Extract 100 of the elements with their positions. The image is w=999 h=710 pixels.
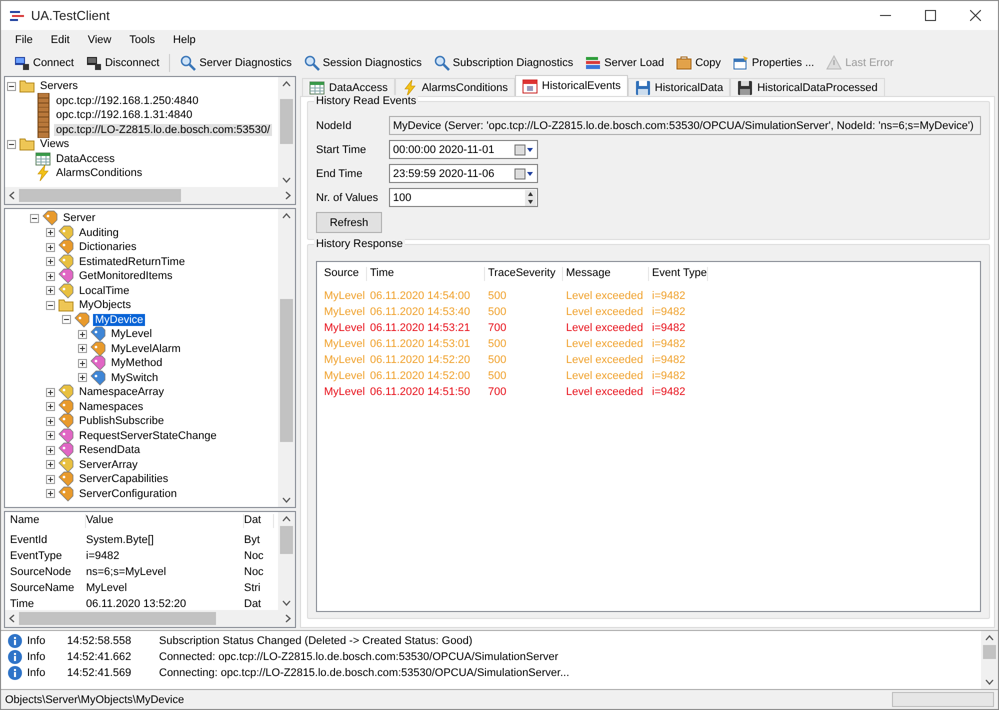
scrollbar-thumb[interactable] xyxy=(280,99,293,144)
tree-item[interactable]: Server xyxy=(61,212,98,224)
tab[interactable]: DataAccess xyxy=(302,78,395,96)
expand-toggle[interactable] xyxy=(46,416,55,426)
chevron-down-icon[interactable] xyxy=(282,497,291,503)
tree-item[interactable]: NamespaceArray xyxy=(77,386,166,398)
column-header[interactable]: Event Type xyxy=(649,267,708,281)
tree-item[interactable]: LocalTime xyxy=(77,284,132,297)
chevron-up-icon[interactable] xyxy=(282,81,291,87)
calendar-dropdown-icon[interactable] xyxy=(514,144,534,156)
tree-item[interactable]: Auditing xyxy=(77,226,121,239)
menu-item[interactable]: Edit xyxy=(42,32,78,48)
tree-item[interactable]: MySwitch xyxy=(109,372,160,384)
chevron-left-icon[interactable] xyxy=(9,191,15,200)
expand-toggle[interactable] xyxy=(78,330,87,339)
column-header[interactable]: TraceSeverity xyxy=(485,267,563,281)
vertical-scrollbar[interactable] xyxy=(278,209,295,507)
expand-toggle[interactable] xyxy=(46,272,55,281)
expand-toggle[interactable] xyxy=(46,388,55,397)
expand-toggle[interactable] xyxy=(46,257,55,266)
maximize-icon[interactable] xyxy=(925,10,936,21)
tree-item[interactable]: MyMethod xyxy=(109,357,164,370)
tree-item[interactable]: DataAccess xyxy=(54,152,117,165)
number-spinner[interactable]: 100 xyxy=(389,188,538,207)
scrollbar-thumb[interactable] xyxy=(280,526,293,554)
menu-item[interactable]: Help xyxy=(165,32,204,48)
tree-item[interactable]: ServerArray xyxy=(77,458,140,471)
calendar-dropdown-icon[interactable] xyxy=(514,168,534,180)
expand-toggle[interactable] xyxy=(46,474,55,484)
vertical-scrollbar[interactable] xyxy=(981,631,998,689)
date-picker[interactable]: 23:59:59 2020-11-06 xyxy=(389,164,538,183)
vertical-scrollbar[interactable] xyxy=(278,77,295,187)
column-header[interactable]: Source xyxy=(321,267,367,281)
tab[interactable]: HistoricalData xyxy=(628,78,730,96)
expand-toggle[interactable] xyxy=(46,460,55,470)
horizontal-scrollbar[interactable] xyxy=(5,187,295,204)
chevron-up-icon[interactable] xyxy=(282,213,291,219)
toolbar-button[interactable]: Server Diagnostics xyxy=(175,53,297,73)
chevron-right-icon[interactable] xyxy=(285,614,291,623)
spin-up-icon[interactable] xyxy=(525,190,536,198)
chevron-up-icon[interactable] xyxy=(985,635,994,641)
column-header[interactable]: Dat xyxy=(244,514,274,528)
toolbar-button[interactable]: Disconnect xyxy=(80,53,164,73)
tab[interactable]: HistoricalEvents xyxy=(514,75,628,96)
chevron-down-icon[interactable] xyxy=(282,600,291,606)
expand-toggle[interactable] xyxy=(46,431,55,440)
tree-item[interactable]: MyObjects xyxy=(77,299,133,312)
scrollbar-thumb[interactable] xyxy=(19,612,216,625)
menu-item[interactable]: Tools xyxy=(121,32,164,48)
expand-toggle[interactable] xyxy=(46,489,55,498)
column-header[interactable]: Value xyxy=(86,514,244,528)
scrollbar-thumb[interactable] xyxy=(19,189,182,202)
expand-toggle[interactable] xyxy=(62,315,71,324)
column-header[interactable]: Name xyxy=(10,514,86,528)
expand-toggle[interactable] xyxy=(46,228,55,238)
tab[interactable]: HistoricalDataProcessed xyxy=(730,78,885,96)
tree-item[interactable]: ServerConfiguration xyxy=(77,488,179,500)
menu-item[interactable]: File xyxy=(7,32,41,48)
tree-item[interactable]: AlarmsConditions xyxy=(54,167,144,180)
tree-item[interactable]: opc.tcp://192.168.1.31:4840 xyxy=(54,109,194,122)
expand-toggle[interactable] xyxy=(46,446,55,455)
date-picker[interactable]: 00:00:00 2020-11-01 xyxy=(389,140,538,159)
close-icon[interactable] xyxy=(970,10,981,21)
tree-item[interactable]: opc.tcp://192.168.1.250:4840 xyxy=(54,94,201,107)
column-header[interactable]: Time xyxy=(367,267,485,281)
expand-toggle[interactable] xyxy=(46,300,55,310)
expand-toggle[interactable] xyxy=(30,214,39,223)
scrollbar-thumb[interactable] xyxy=(280,298,293,442)
tree-item[interactable]: RequestServerStateChange xyxy=(77,430,219,442)
chevron-left-icon[interactable] xyxy=(9,614,15,623)
tree-item[interactable]: Views xyxy=(38,138,72,150)
tree-item[interactable]: Dictionaries xyxy=(77,241,138,254)
toolbar-button[interactable]: Server Load xyxy=(580,53,670,73)
expand-toggle[interactable] xyxy=(7,140,16,149)
toolbar-button[interactable]: Copy xyxy=(671,53,726,73)
tree-item[interactable]: GetMonitoredItems xyxy=(77,270,175,282)
node-id-field[interactable]: MyDevice (Server: 'opc.tcp://LO-Z2815.lo.de.bosch.com:53530/OPCUA/SimulationServer', NodeId: 'ns=6;s=MyDevice') xyxy=(389,116,981,135)
expand-toggle[interactable] xyxy=(78,358,87,368)
tree-item[interactable]: ResendData xyxy=(77,444,142,456)
expand-toggle[interactable] xyxy=(78,373,87,382)
chevron-down-icon[interactable] xyxy=(985,679,994,685)
tree-item[interactable]: MyDevice xyxy=(93,314,146,326)
chevron-right-icon[interactable] xyxy=(285,191,291,200)
expand-toggle[interactable] xyxy=(46,242,55,252)
tree-item[interactable]: EstimatedReturnTime xyxy=(77,256,187,268)
horizontal-scrollbar[interactable] xyxy=(5,610,295,627)
menu-item[interactable]: View xyxy=(80,32,120,48)
toolbar-button[interactable]: Subscription Diagnostics xyxy=(428,53,578,73)
column-header[interactable]: Message xyxy=(563,267,649,281)
expand-toggle[interactable] xyxy=(46,286,55,296)
tree-item[interactable]: opc.tcp://LO-Z2815.lo.de.bosch.com:53530/ xyxy=(54,124,272,136)
tab[interactable]: AlarmsConditions xyxy=(394,78,515,96)
toolbar-button[interactable]: Connect xyxy=(9,53,79,73)
expand-toggle[interactable] xyxy=(78,344,87,354)
toolbar-button[interactable]: Session Diagnostics xyxy=(298,53,427,73)
vertical-scrollbar[interactable] xyxy=(278,512,295,610)
scrollbar-thumb[interactable] xyxy=(983,645,996,658)
expand-toggle[interactable] xyxy=(46,402,55,412)
tree-item[interactable]: PublishSubscribe xyxy=(77,415,166,428)
refresh-button[interactable]: Refresh xyxy=(316,212,382,233)
